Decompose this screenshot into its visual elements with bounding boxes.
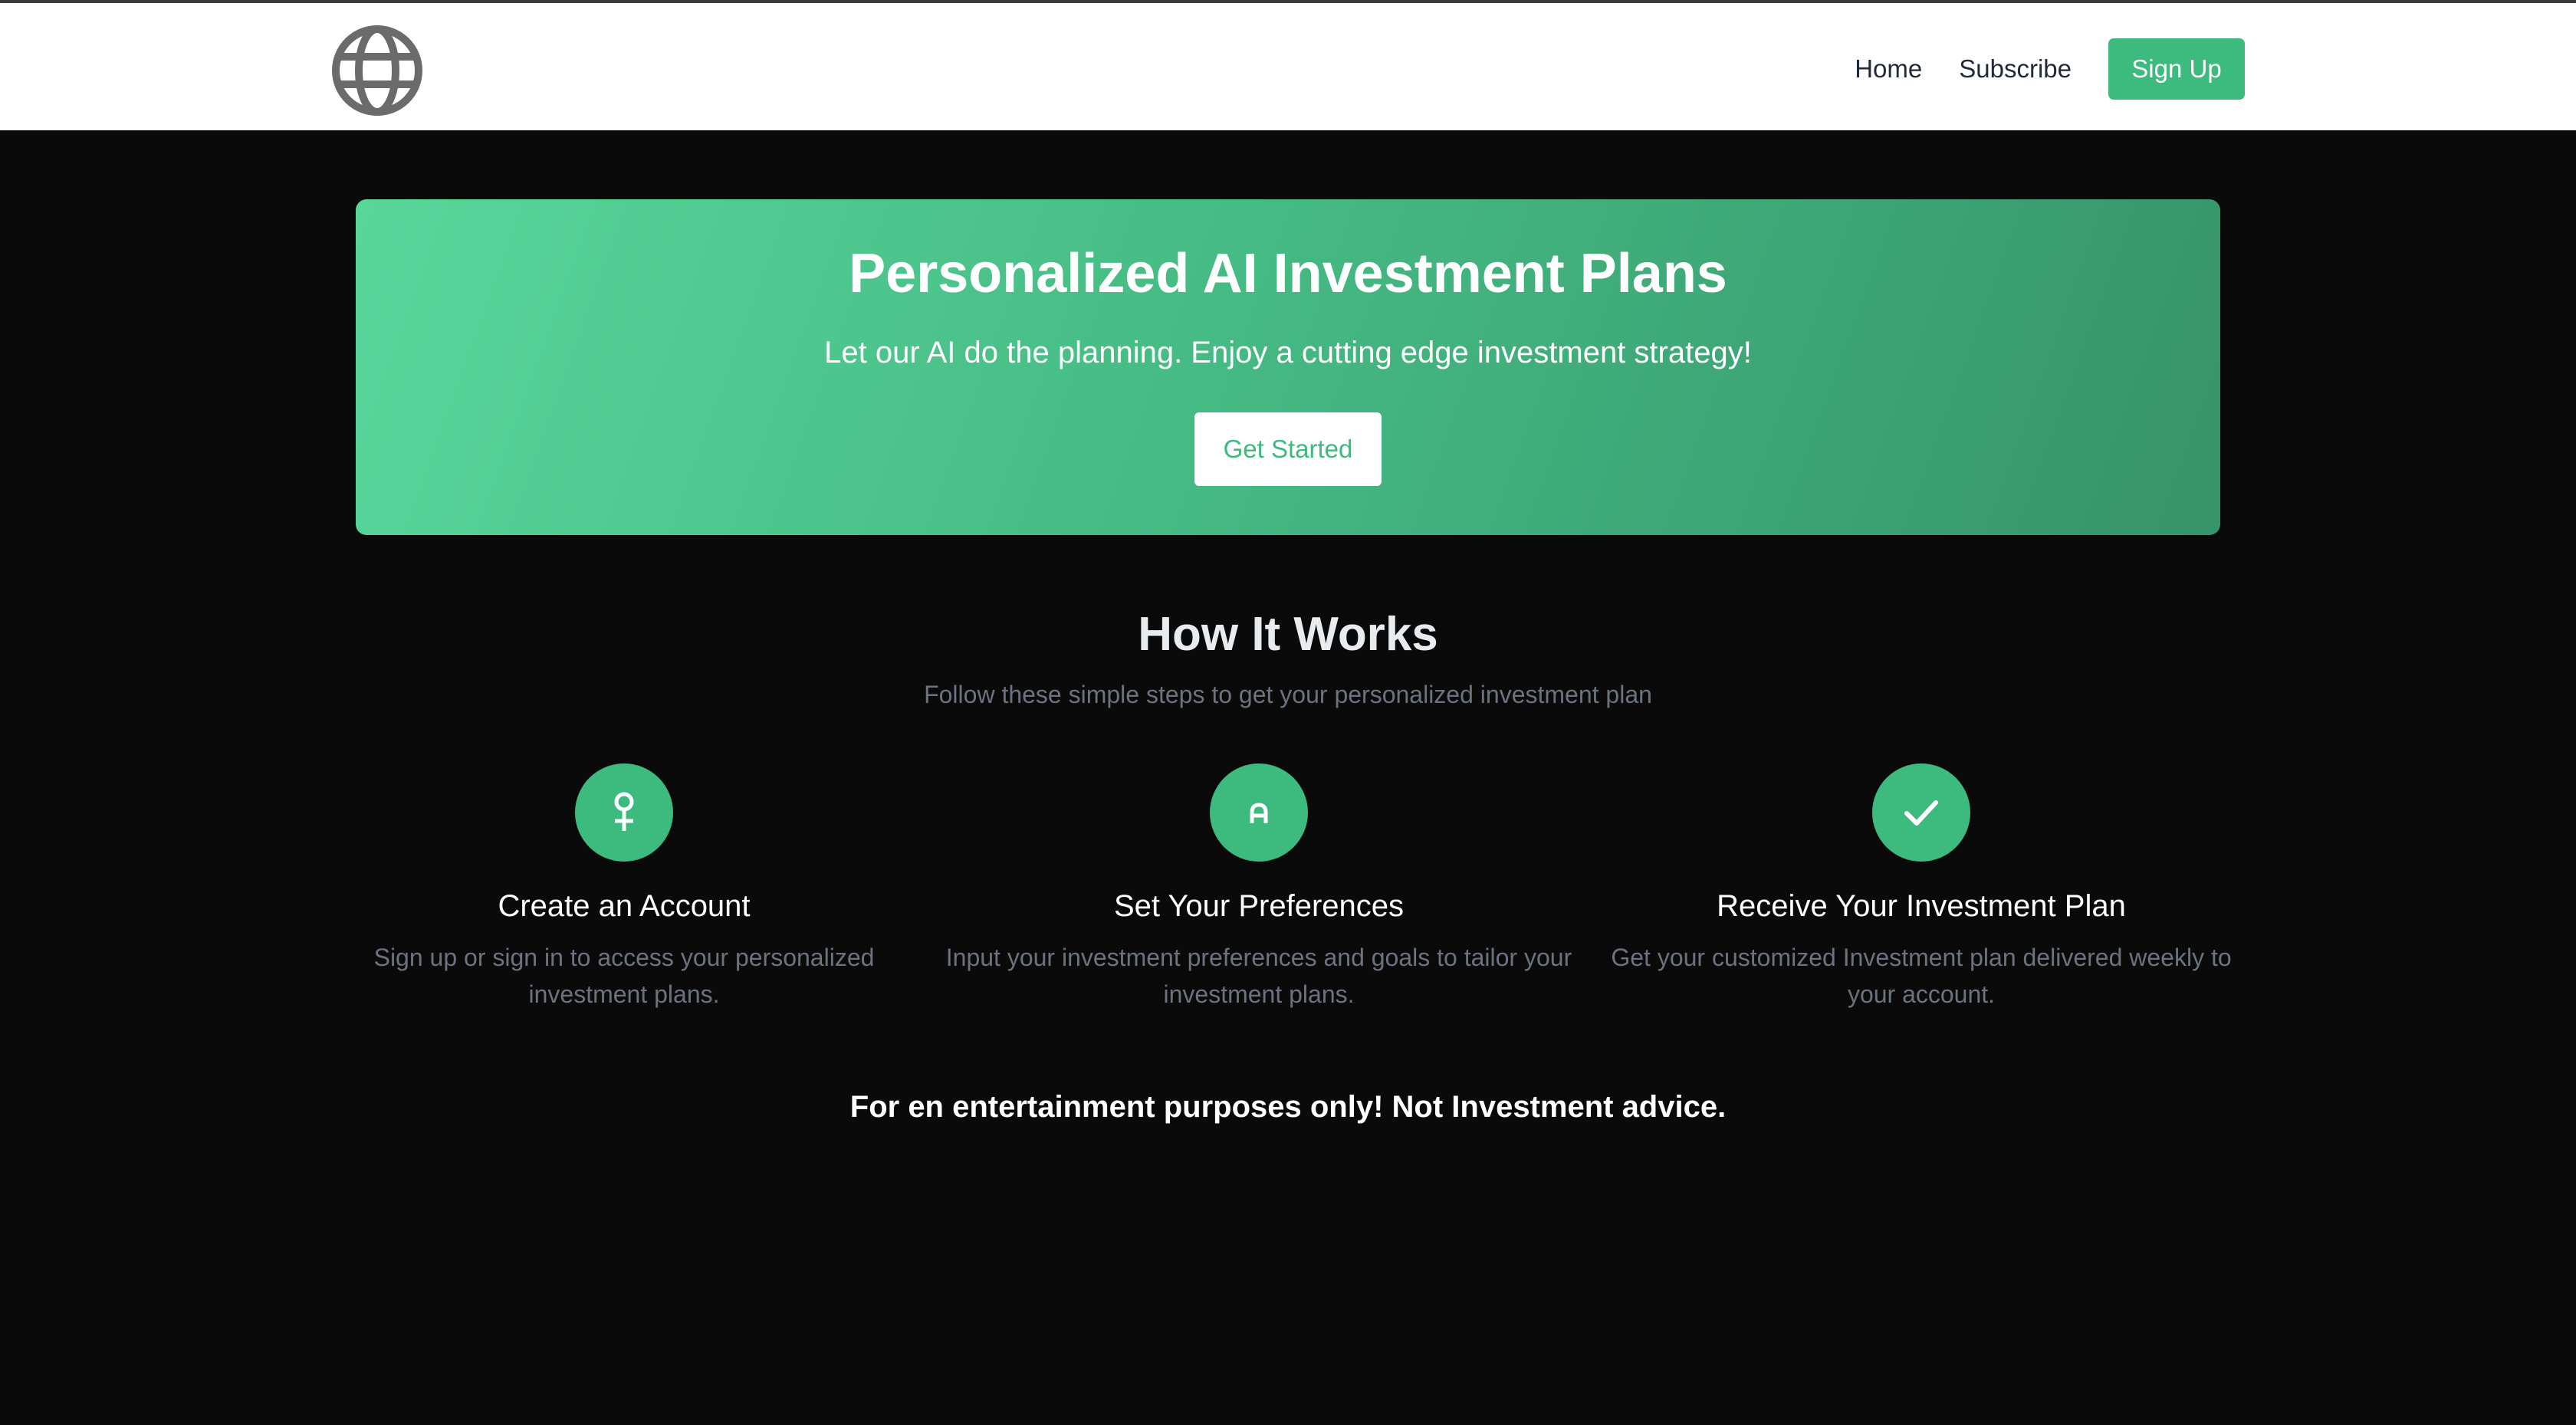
hero-banner: Personalized AI Investment Plans Let our… xyxy=(356,199,2220,535)
preferences-icon xyxy=(1210,763,1308,862)
step-title: Create an Account xyxy=(498,889,751,923)
globe-icon[interactable] xyxy=(330,23,425,118)
signup-button[interactable]: Sign Up xyxy=(2108,38,2245,100)
step-set-preferences: Set Your Preferences Input your investme… xyxy=(937,763,1581,1013)
hero-subtitle: Let our AI do the planning. Enjoy a cutt… xyxy=(824,336,1752,369)
step-description: Get your customized Investment plan deli… xyxy=(1611,944,2232,1008)
step-create-account: Create an Account Sign up or sign in to … xyxy=(356,763,892,1013)
nav-subscribe-link[interactable]: Subscribe xyxy=(1959,54,2072,84)
step-description: Sign up or sign in to access your person… xyxy=(373,944,875,1008)
get-started-button[interactable]: Get Started xyxy=(1194,412,1382,486)
step-title: Receive Your Investment Plan xyxy=(1717,889,2126,923)
hero-title: Personalized AI Investment Plans xyxy=(849,243,1727,304)
step-description: Input your investment preferences and go… xyxy=(945,944,1572,1008)
nav-home-link[interactable]: Home xyxy=(1855,54,1922,84)
how-it-works-subtitle: Follow these simple steps to get your pe… xyxy=(924,681,1652,708)
nav-menu: Home Subscribe Sign Up xyxy=(1855,38,2245,100)
step-title: Set Your Preferences xyxy=(1113,889,1405,923)
how-it-works-title: How It Works xyxy=(1138,608,1438,661)
top-navbar: Home Subscribe Sign Up xyxy=(0,0,2576,130)
user-icon xyxy=(575,763,673,862)
step-receive-plan: Receive Your Investment Plan Get your cu… xyxy=(1607,763,2236,1013)
disclaimer-text: For en entertainment purposes only! Not … xyxy=(849,1090,1727,1124)
check-icon xyxy=(1872,763,1970,862)
